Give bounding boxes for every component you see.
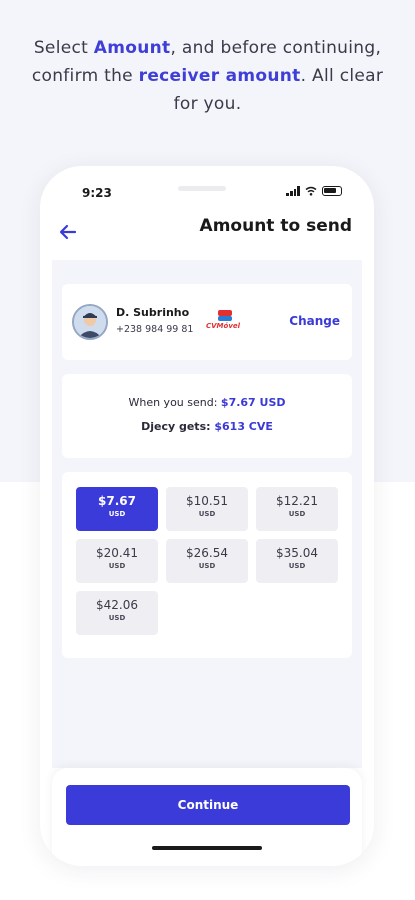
headline-text-1: Select — [33, 38, 94, 58]
receive-line: Djecy gets: $613 CVE — [62, 420, 352, 433]
amount-value: $26.54 — [186, 546, 228, 560]
amount-option[interactable]: $35.04 USD — [256, 539, 338, 583]
battery-icon — [322, 186, 342, 196]
avatar — [72, 304, 108, 340]
amount-currency: USD — [198, 562, 216, 570]
amount-value: $20.41 — [96, 546, 138, 560]
person-icon — [74, 306, 106, 338]
amount-option[interactable]: $26.54 USD — [166, 539, 248, 583]
amount-currency: USD — [198, 510, 216, 518]
headline-highlight-receiver: receiver amount — [138, 66, 301, 86]
main-content: D. Subrinho +238 984 99 81 CVMóvel Chang… — [52, 260, 362, 768]
phone-frame: 9:23 Amount to send D. Subrinho +238 984… — [40, 166, 374, 866]
amount-options-card: $7.67 USD $10.51 USD $12.21 USD $20.41 USD $… — [62, 472, 352, 658]
receiver-phone: +238 984 99 81 — [116, 324, 194, 335]
status-bar: 9:23 — [40, 166, 374, 212]
gets-value: $613 CVE — [214, 420, 273, 433]
send-line: When you send: $7.67 USD — [62, 396, 352, 409]
amount-currency: USD — [108, 510, 126, 518]
send-label: When you send: — [128, 396, 221, 409]
receiver-card: D. Subrinho +238 984 99 81 CVMóvel Chang… — [62, 284, 352, 360]
provider-name: CVMóvel — [206, 322, 241, 330]
status-time: 9:23 — [82, 186, 112, 200]
amount-value: $12.21 — [276, 494, 318, 508]
amount-value: $42.06 — [96, 598, 138, 612]
amount-currency: USD — [288, 510, 306, 518]
amount-currency: USD — [108, 614, 126, 622]
wifi-icon — [305, 186, 317, 196]
send-value: $7.67 USD — [220, 396, 286, 409]
amount-option[interactable]: $12.21 USD — [256, 487, 338, 531]
change-receiver-link[interactable]: Change — [289, 314, 340, 328]
page-title: Amount to send — [199, 216, 352, 236]
amount-value: $7.67 — [98, 494, 136, 508]
nav-bar: Amount to send — [40, 212, 374, 260]
gets-label: Djecy gets: — [141, 420, 215, 433]
promo-headline: Select Amount, and before continuing, co… — [20, 34, 395, 118]
notch — [178, 186, 226, 191]
amount-currency: USD — [108, 562, 126, 570]
amount-option[interactable]: $20.41 USD — [76, 539, 158, 583]
amount-value: $10.51 — [186, 494, 228, 508]
home-indicator — [152, 846, 262, 850]
receiver-name: D. Subrinho — [116, 306, 190, 319]
amount-currency: USD — [288, 562, 306, 570]
amount-option[interactable]: $42.06 USD — [76, 591, 158, 635]
arrow-left-icon[interactable] — [56, 220, 80, 244]
amount-value: $35.04 — [276, 546, 318, 560]
headline-highlight-amount: Amount — [93, 38, 171, 58]
amount-option[interactable]: $7.67 USD — [76, 487, 158, 531]
amount-option[interactable]: $10.51 USD — [166, 487, 248, 531]
signal-icon — [286, 186, 300, 196]
summary-card: When you send: $7.67 USD Djecy gets: $61… — [62, 374, 352, 458]
continue-button[interactable]: Continue — [66, 785, 350, 825]
footer-bar: Continue — [52, 768, 362, 866]
status-icons — [286, 186, 342, 196]
